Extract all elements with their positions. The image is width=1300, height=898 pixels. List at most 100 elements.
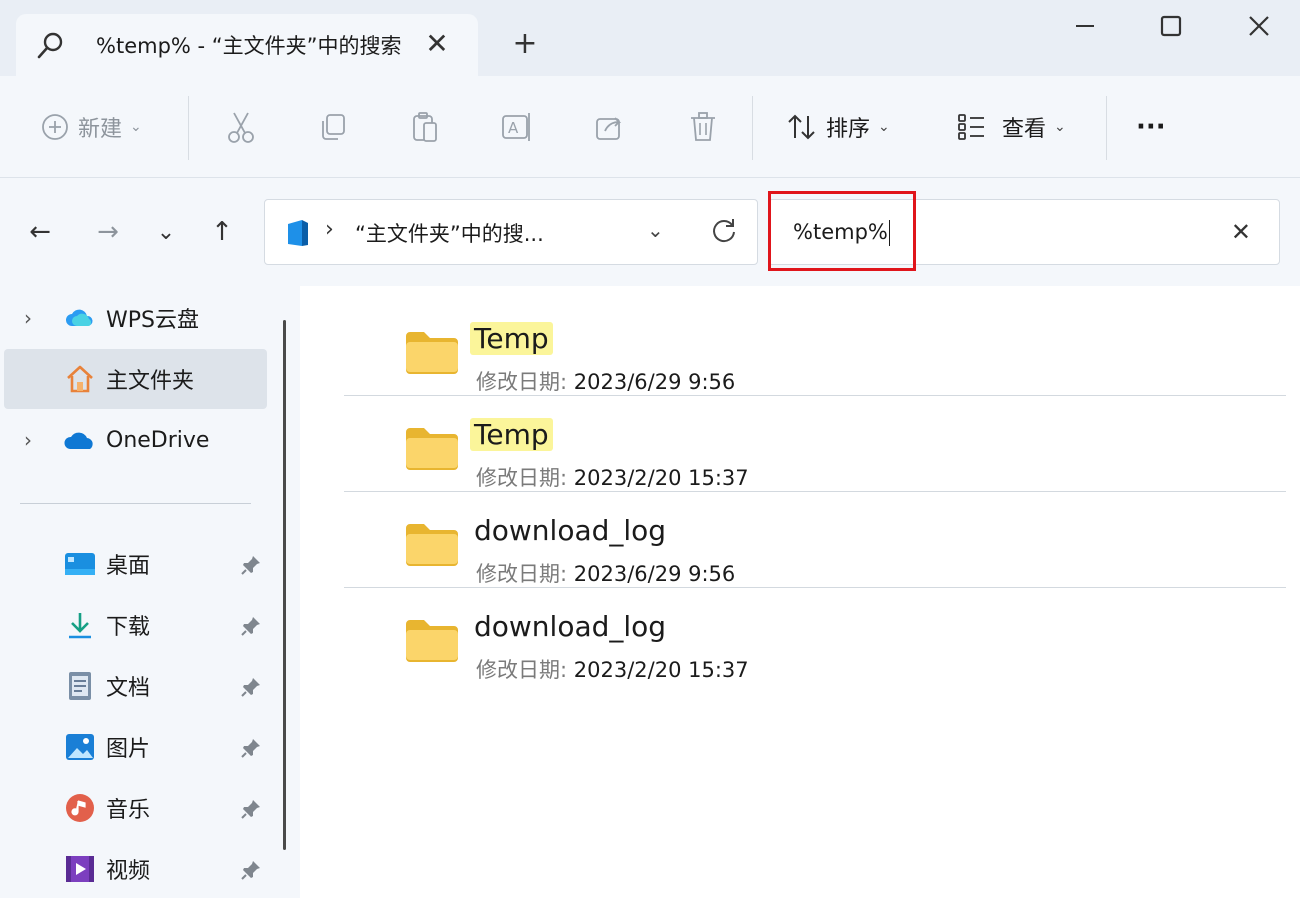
navigation-bar: ← → ⌄ ↑ › “主文件夹”中的搜... ⌄ %temp% ✕	[0, 178, 1300, 286]
file-modified-date: 修改日期: 2023/2/20 15:37	[476, 462, 749, 492]
toolbar-divider	[188, 96, 189, 160]
share-button[interactable]	[594, 106, 626, 148]
sidebar-item-label: 桌面	[106, 548, 150, 580]
chevron-right-icon[interactable]: ›	[24, 428, 32, 452]
list-item[interactable]: download_log 修改日期: 2023/2/20 15:37	[344, 588, 1286, 684]
view-button[interactable]: 查看 ⌄	[956, 106, 1066, 148]
command-bar: 新建 ⌄ A 排序 ⌄ 查看 ⌄ ···	[0, 76, 1300, 178]
sidebar-item-home[interactable]: 主文件夹	[4, 349, 267, 409]
tab-close-button[interactable]: ✕	[422, 28, 452, 58]
sort-icon	[786, 112, 818, 142]
sidebar-item-music[interactable]: 音乐	[4, 778, 267, 838]
new-button[interactable]: 新建 ⌄	[40, 106, 142, 148]
pin-icon[interactable]	[240, 554, 262, 580]
minimize-button[interactable]	[1062, 6, 1108, 46]
minimize-icon	[1074, 15, 1096, 37]
address-text[interactable]: “主文件夹”中的搜...	[355, 218, 544, 248]
file-modified-date: 修改日期: 2023/6/29 9:56	[476, 366, 735, 396]
rename-icon: A	[500, 111, 534, 143]
sidebar-item-label: 音乐	[106, 792, 150, 824]
maximize-icon	[1159, 14, 1183, 38]
rename-button[interactable]: A	[500, 106, 534, 148]
pin-icon[interactable]	[240, 615, 262, 641]
sidebar-item-label: 主文件夹	[106, 363, 194, 395]
chevron-down-icon: ⌄	[130, 119, 142, 135]
navigation-pane: › WPS云盘 主文件夹 › OneDrive 桌面 下载	[0, 286, 300, 898]
sidebar-item-downloads[interactable]: 下载	[4, 595, 267, 655]
up-button[interactable]: ↑	[204, 214, 240, 250]
sidebar-item-label: OneDrive	[106, 428, 209, 453]
file-name: Temp	[470, 418, 553, 451]
close-window-button[interactable]	[1236, 6, 1282, 46]
sidebar-item-wps-cloud[interactable]: › WPS云盘	[4, 288, 267, 348]
address-bar[interactable]: › “主文件夹”中的搜... ⌄	[264, 199, 758, 265]
folder-icon	[404, 522, 460, 566]
trash-icon	[688, 111, 718, 143]
sidebar-item-videos[interactable]: 视频	[4, 839, 267, 898]
sidebar-item-desktop[interactable]: 桌面	[4, 534, 267, 594]
svg-text:A: A	[508, 119, 519, 137]
sidebar-scrollbar[interactable]	[283, 320, 286, 850]
clear-search-button[interactable]: ✕	[1231, 218, 1251, 246]
pin-icon[interactable]	[240, 737, 262, 763]
title-bar: %temp% - “主文件夹”中的搜索 ✕ +	[0, 0, 1300, 76]
tab-title: %temp% - “主文件夹”中的搜索	[96, 30, 414, 60]
file-modified-date: 修改日期: 2023/6/29 9:56	[476, 558, 735, 588]
sidebar-item-label: 视频	[106, 853, 150, 885]
pin-icon[interactable]	[240, 676, 262, 702]
more-options-button[interactable]: ···	[1136, 106, 1166, 148]
new-label: 新建	[78, 111, 122, 143]
copy-button[interactable]	[318, 106, 348, 148]
sort-button[interactable]: 排序 ⌄	[786, 106, 890, 148]
add-circle-icon	[40, 112, 70, 142]
list-item[interactable]: Temp 修改日期: 2023/6/29 9:56	[344, 300, 1286, 396]
sidebar-item-pictures[interactable]: 图片	[4, 717, 267, 777]
new-tab-button[interactable]: +	[508, 26, 542, 60]
sidebar-item-label: 下载	[106, 609, 150, 641]
maximize-button[interactable]	[1148, 6, 1194, 46]
paste-button[interactable]	[410, 106, 440, 148]
view-list-icon	[956, 112, 988, 142]
delete-button[interactable]	[688, 106, 718, 148]
download-icon	[64, 609, 96, 641]
back-button[interactable]: ←	[22, 214, 58, 250]
forward-button[interactable]: →	[90, 214, 126, 250]
address-dropdown-button[interactable]: ⌄	[647, 218, 664, 242]
file-list: Temp 修改日期: 2023/6/29 9:56 Temp 修改日期: 202…	[300, 286, 1300, 898]
onedrive-icon	[64, 424, 96, 456]
recent-locations-button[interactable]: ⌄	[148, 214, 184, 250]
toolbar-divider	[1106, 96, 1107, 160]
sidebar-item-label: 图片	[106, 731, 150, 763]
library-icon	[285, 218, 311, 252]
tab-search-results[interactable]: %temp% - “主文件夹”中的搜索 ✕	[16, 14, 478, 76]
folder-icon	[404, 426, 460, 470]
view-label: 查看	[1002, 111, 1046, 143]
video-icon	[64, 853, 96, 885]
search-icon	[34, 28, 68, 62]
refresh-button[interactable]	[709, 216, 739, 250]
chevron-right-icon: ›	[325, 217, 334, 242]
chevron-down-icon: ⌄	[878, 119, 890, 135]
pin-icon[interactable]	[240, 798, 262, 824]
file-name: download_log	[474, 610, 666, 643]
close-icon	[1247, 14, 1271, 38]
chevron-right-icon[interactable]: ›	[24, 306, 32, 330]
annotation-highlight-box	[768, 191, 916, 271]
home-icon	[64, 363, 96, 395]
desktop-icon	[64, 548, 96, 580]
sidebar-item-documents[interactable]: 文档	[4, 656, 267, 716]
scissors-icon	[226, 110, 256, 144]
sidebar-item-onedrive[interactable]: › OneDrive	[4, 410, 267, 470]
pictures-icon	[64, 731, 96, 763]
folder-icon	[404, 618, 460, 662]
pin-icon[interactable]	[240, 859, 262, 885]
clipboard-icon	[410, 110, 440, 144]
list-item[interactable]: Temp 修改日期: 2023/2/20 15:37	[344, 396, 1286, 492]
file-modified-date: 修改日期: 2023/2/20 15:37	[476, 654, 749, 684]
refresh-icon	[709, 216, 739, 246]
document-icon	[64, 670, 96, 702]
folder-icon	[404, 330, 460, 374]
toolbar-divider	[752, 96, 753, 160]
cut-button[interactable]	[226, 106, 256, 148]
list-item[interactable]: download_log 修改日期: 2023/6/29 9:56	[344, 492, 1286, 588]
